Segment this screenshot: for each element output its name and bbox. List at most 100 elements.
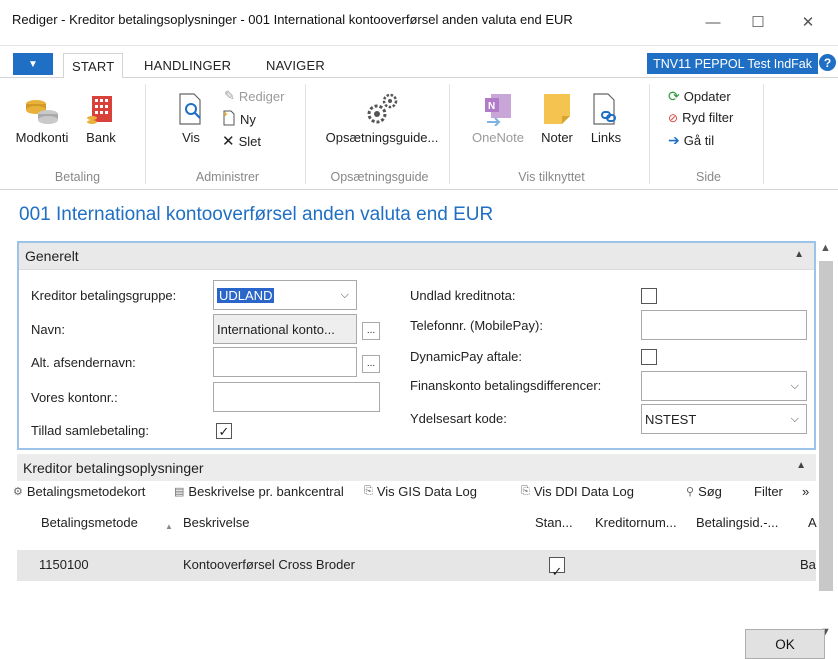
ny-button[interactable]: ✦ Ny — [222, 110, 256, 129]
fasttab-generelt: Generelt ▲ Kreditor betalingsgruppe: UDL… — [17, 241, 816, 450]
ribbon-group-side: ⟳ Opdater ⊘ Ryd filter ➔ Gå til Side — [654, 84, 764, 184]
col-standard[interactable]: Stan... — [535, 515, 573, 530]
tab-handlinger[interactable]: HANDLINGER — [136, 53, 239, 78]
group-label-opsaetningsguide: Opsætningsguide — [330, 170, 429, 184]
fasttab-header-generelt[interactable]: Generelt ▲ — [19, 243, 814, 270]
page-title: 001 International kontooverførsel anden … — [19, 204, 494, 225]
ryd-filter-button[interactable]: ⊘ Ryd filter — [668, 110, 733, 125]
maximize-button[interactable]: ☐ — [738, 8, 778, 36]
help-icon[interactable]: ? — [819, 54, 836, 71]
cell-standard-checkbox[interactable]: ✓ — [549, 557, 565, 578]
dynamicpay-checkbox[interactable] — [641, 349, 657, 365]
noter-button[interactable]: Noter — [534, 90, 580, 145]
subpage-header[interactable]: Kreditor betalingsoplysninger ▲ — [17, 454, 816, 481]
alt-afsendernavn-lookup-button[interactable]: ... — [362, 355, 380, 373]
company-name-badge[interactable]: TNV11 PEPPOL Test IndFak — [647, 53, 818, 74]
tillad-samlebetaling-checkbox[interactable]: ✓ — [216, 423, 232, 439]
vis-ddi-data-log-action[interactable]: ⎘ Vis DDI Data Log — [521, 484, 634, 499]
vis-ddi-data-log-label: Vis DDI Data Log — [533, 484, 635, 499]
scrollbar-thumb[interactable] — [819, 261, 833, 591]
gears-icon — [318, 90, 446, 126]
table-header: Betalingsmetode ▲ Beskrivelse Stan... Kr… — [17, 512, 817, 536]
chevron-down-icon: ⌵ — [790, 380, 799, 392]
more-actions-button[interactable]: » — [802, 484, 809, 499]
col-betalingsid[interactable]: Betalingsid.-... — [696, 515, 778, 530]
soeg-action[interactable]: ⚲ Søg — [686, 484, 722, 499]
group-label-administrer: Administrer — [195, 170, 260, 184]
rediger-button[interactable]: ✎ Rediger — [224, 88, 284, 104]
slet-button[interactable]: ✕ Slet — [222, 132, 261, 150]
filter-label: Filter — [754, 484, 783, 499]
more-label: » — [802, 484, 810, 499]
kreditor-betalingsgruppe-value: UDLAND — [217, 287, 275, 303]
onenote-button[interactable]: N OneNote — [468, 90, 528, 145]
fasttab-title-generelt: Generelt — [25, 248, 79, 264]
table-row[interactable]: 1150100 Kontooverførsel Cross Broder ✓ B… — [17, 550, 816, 581]
ydelsesart-value: NSTEST — [645, 411, 697, 427]
opsaetningsguide-button[interactable]: Opsætningsguide... — [318, 90, 446, 145]
cell-a: Ba — [800, 557, 816, 572]
alt-afsendernavn-field[interactable] — [213, 347, 357, 377]
refresh-icon: ⟳ — [668, 88, 680, 104]
collapse-icon[interactable]: ▲ — [794, 249, 804, 260]
checkmark-icon: ✓ — [551, 564, 563, 579]
vis-label: Vis — [182, 130, 200, 145]
close-button[interactable]: ✕ — [788, 8, 828, 36]
col-betalingsmetode[interactable]: Betalingsmetode — [41, 515, 138, 530]
ydelsesart-select[interactable]: NSTEST ⌵ — [641, 404, 807, 434]
col-a[interactable]: A — [808, 515, 817, 530]
label-navn: Navn: — [31, 322, 65, 337]
cell-betalingsmetode: 1150100 — [39, 557, 89, 572]
ok-button[interactable]: OK — [745, 629, 825, 659]
undlad-kreditnota-checkbox[interactable] — [641, 288, 657, 304]
noter-label: Noter — [541, 130, 573, 145]
rediger-label: Rediger — [238, 88, 285, 104]
tab-naviger[interactable]: NAVIGER — [258, 53, 333, 78]
vis-gis-data-log-action[interactable]: ⎘ Vis GIS Data Log — [364, 484, 477, 499]
link-document-icon — [586, 90, 626, 126]
telefonnr-field[interactable] — [641, 310, 807, 340]
opdater-label: Opdater — [683, 89, 731, 104]
log-icon: ⎘ — [521, 485, 530, 497]
text-icon: ▤ — [174, 486, 185, 498]
label-telefonnr: Telefonnr. (MobilePay): — [410, 318, 543, 333]
col-beskrivelse[interactable]: Beskrivelse — [183, 515, 249, 530]
filter-action[interactable]: Filter — [754, 484, 783, 499]
finanskonto-select[interactable]: ⌵ — [641, 371, 807, 401]
vis-gis-data-log-label: Vis GIS Data Log — [376, 484, 478, 499]
beskrivelse-bankcentral-action[interactable]: ▤ Beskrivelse pr. bankcentral — [174, 484, 344, 499]
betalingsmetodekort-action[interactable]: ⚙ Betalingsmetodekort — [13, 484, 145, 499]
sort-caret-icon: ▲ — [165, 522, 173, 531]
collapse-icon[interactable]: ▲ — [796, 460, 806, 471]
app-menu-button[interactable]: ▼ — [13, 53, 53, 75]
onenote-label: OneNote — [471, 130, 525, 145]
vores-kontonr-field[interactable] — [213, 382, 380, 412]
label-tillad-samlebetaling: Tillad samlebetaling: — [31, 423, 150, 438]
view-document-icon — [174, 90, 208, 126]
vis-button[interactable]: Vis — [174, 90, 208, 145]
gaa-til-label: Gå til — [683, 133, 715, 148]
clear-filter-icon: ⊘ — [668, 110, 679, 125]
links-button[interactable]: Links — [586, 90, 626, 145]
modkonti-label: Modkonti — [15, 130, 69, 145]
scroll-up-icon[interactable]: ▲ — [820, 242, 831, 254]
modkonti-button[interactable]: Modkonti — [12, 90, 72, 145]
cell-beskrivelse: Kontooverførsel Cross Broder — [183, 557, 355, 572]
col-kreditornummer[interactable]: Kreditornum... — [595, 515, 677, 530]
group-label-vis-tilknyttet: Vis tilknyttet — [518, 170, 585, 184]
gaa-til-button[interactable]: ➔ Gå til — [668, 132, 714, 149]
subpage-toolbar: ⚙ Betalingsmetodekort ▤ Beskrivelse pr. … — [13, 481, 816, 503]
minimize-button[interactable]: — — [693, 8, 733, 36]
navn-field[interactable]: International konto... — [213, 314, 357, 344]
bank-icon — [78, 90, 124, 126]
bank-button[interactable]: Bank — [78, 90, 124, 145]
tab-start[interactable]: START — [63, 53, 124, 79]
opdater-button[interactable]: ⟳ Opdater — [668, 88, 731, 105]
navn-lookup-button[interactable]: ... — [362, 322, 380, 340]
label-alt-afsendernavn: Alt. afsendernavn: — [31, 355, 136, 370]
vertical-scrollbar[interactable]: ▲ ▼ — [817, 236, 835, 644]
subpage-title: Kreditor betalingsoplysninger — [23, 459, 204, 476]
chevron-down-icon: ⌵ — [790, 413, 799, 425]
arrow-right-icon: ➔ — [668, 132, 680, 148]
kreditor-betalingsgruppe-select[interactable]: UDLAND ⌵ — [213, 280, 357, 310]
